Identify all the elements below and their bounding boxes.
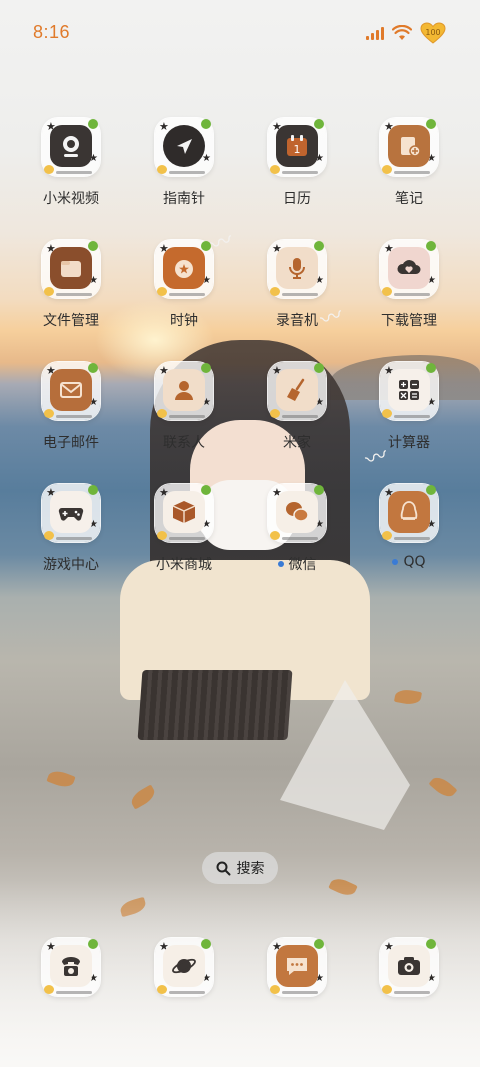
- calculator-icon: [399, 380, 419, 400]
- app-tile[interactable]: ★ ★: [42, 118, 100, 176]
- app-label: 小米商城: [156, 557, 212, 573]
- penguin-icon: [400, 501, 418, 520]
- dock-messages[interactable]: ★ ★: [242, 938, 352, 996]
- phone-icon: [62, 957, 80, 976]
- search-button[interactable]: 搜索: [202, 852, 278, 884]
- app-label: 笔记: [395, 191, 423, 207]
- camera-icon: [63, 136, 79, 157]
- clock-icon: [175, 260, 193, 278]
- app-contacts[interactable]: ★ ★ 联系人: [129, 362, 239, 452]
- leaf-decoration: [128, 784, 158, 810]
- chat-bubbles-icon: [286, 502, 309, 522]
- app-qq[interactable]: ★ ★ QQ: [354, 484, 464, 570]
- app-label: 小米视频: [43, 191, 99, 207]
- app-label: 文件管理: [43, 313, 99, 329]
- status-icons: 100: [366, 22, 446, 44]
- new-install-dot: [277, 561, 284, 567]
- app-xiaomi-video[interactable]: ★ ★ 小米视频: [16, 118, 126, 208]
- app-label-text: QQ: [403, 554, 426, 570]
- app-tile[interactable]: ★ ★: [380, 240, 438, 298]
- status-bar: 8:16 100: [0, 0, 480, 64]
- app-notes[interactable]: ★ ★ 笔记: [354, 118, 464, 208]
- notes-icon: [401, 137, 421, 157]
- app-tile[interactable]: ★ ★ 1: [268, 118, 326, 176]
- app-file-manager[interactable]: ★ ★ 文件管理: [16, 240, 126, 330]
- message-icon: [287, 958, 307, 975]
- app-tile[interactable]: ★ ★: [42, 484, 100, 542]
- app-label: 计算器: [388, 435, 430, 451]
- app-label-text: 微信: [288, 557, 317, 573]
- leaf-decoration: [46, 767, 76, 791]
- app-tile[interactable]: ★ ★: [42, 240, 100, 298]
- app-tile[interactable]: ★ ★: [380, 118, 438, 176]
- app-label: 电子邮件: [43, 435, 99, 451]
- dock-phone[interactable]: ★ ★: [16, 938, 126, 996]
- contacts-icon: [175, 381, 193, 400]
- app-tile[interactable]: ★ ★: [155, 362, 213, 420]
- mail-icon: [60, 382, 82, 398]
- app-tile[interactable]: ★ ★: [42, 938, 100, 996]
- app-label: 日历: [283, 191, 311, 207]
- wifi-icon: [392, 25, 412, 40]
- app-tile[interactable]: ★ ★: [268, 240, 326, 298]
- leaf-decoration: [393, 687, 423, 707]
- app-tile[interactable]: ★ ★: [42, 362, 100, 420]
- app-label: 时钟: [170, 313, 198, 329]
- new-install-dot: [392, 559, 399, 565]
- signal-icon: [366, 26, 384, 40]
- app-tile[interactable]: ★ ★: [380, 484, 438, 542]
- gamepad-icon: [58, 507, 84, 521]
- app-tile[interactable]: ★ ★: [268, 938, 326, 996]
- app-tile[interactable]: ★ ★: [155, 118, 213, 176]
- search-icon: [216, 861, 230, 875]
- wallpaper-skirt: [137, 670, 293, 740]
- download-icon: [397, 260, 421, 274]
- app-clock[interactable]: ★ ★ 时钟: [129, 240, 239, 330]
- app-label: 游戏中心: [43, 557, 99, 573]
- app-recorder[interactable]: ★ ★ 录音机: [242, 240, 352, 330]
- app-label: QQ: [392, 554, 426, 570]
- search-label: 搜索: [236, 861, 265, 877]
- app-label: 下载管理: [381, 313, 437, 329]
- leaf-decoration: [428, 773, 458, 801]
- app-tile[interactable]: ★ ★: [268, 484, 326, 542]
- app-tile[interactable]: ★ ★: [380, 938, 438, 996]
- app-email[interactable]: ★ ★ 电子邮件: [16, 362, 126, 452]
- app-label: 米家: [283, 435, 311, 451]
- app-compass[interactable]: ★ ★ 指南针: [129, 118, 239, 208]
- app-mi-store[interactable]: ★ ★ 小米商城: [129, 484, 239, 574]
- camera-shutter-icon: [398, 957, 420, 975]
- app-mijia[interactable]: ★ ★ 米家: [242, 362, 352, 452]
- app-downloads[interactable]: ★ ★ 下载管理: [354, 240, 464, 330]
- planet-icon: [172, 958, 196, 974]
- microphone-icon: [289, 258, 305, 279]
- status-time: 8:16: [33, 22, 71, 42]
- app-tile[interactable]: ★ ★: [380, 362, 438, 420]
- app-tile[interactable]: ★ ★: [155, 484, 213, 542]
- app-calculator[interactable]: ★ ★ 计算器: [354, 362, 464, 452]
- app-tile[interactable]: ★ ★: [155, 938, 213, 996]
- app-calendar[interactable]: ★ ★ 1 日历: [242, 118, 352, 208]
- box-icon: [172, 501, 196, 523]
- broom-icon: [287, 378, 305, 401]
- dock-browser[interactable]: ★ ★: [129, 938, 239, 996]
- calendar-date: 1: [294, 143, 301, 156]
- app-label: 录音机: [276, 313, 318, 329]
- app-tile[interactable]: ★ ★: [268, 362, 326, 420]
- folder-icon: [61, 261, 81, 277]
- app-wechat[interactable]: ★ ★ 微信: [242, 484, 352, 574]
- battery-heart-icon: 100: [420, 22, 446, 44]
- app-label: 微信: [277, 554, 317, 574]
- calendar-icon: 1: [287, 135, 307, 156]
- app-tile[interactable]: ★ ★: [155, 240, 213, 298]
- wallpaper-umbrella: [280, 680, 410, 830]
- dock-camera[interactable]: ★ ★: [354, 938, 464, 996]
- app-label: 联系人: [163, 435, 205, 451]
- app-label: 指南针: [163, 191, 205, 207]
- app-game-center[interactable]: ★ ★ 游戏中心: [16, 484, 126, 574]
- compass-icon: [177, 139, 192, 154]
- battery-level: 100: [425, 28, 440, 37]
